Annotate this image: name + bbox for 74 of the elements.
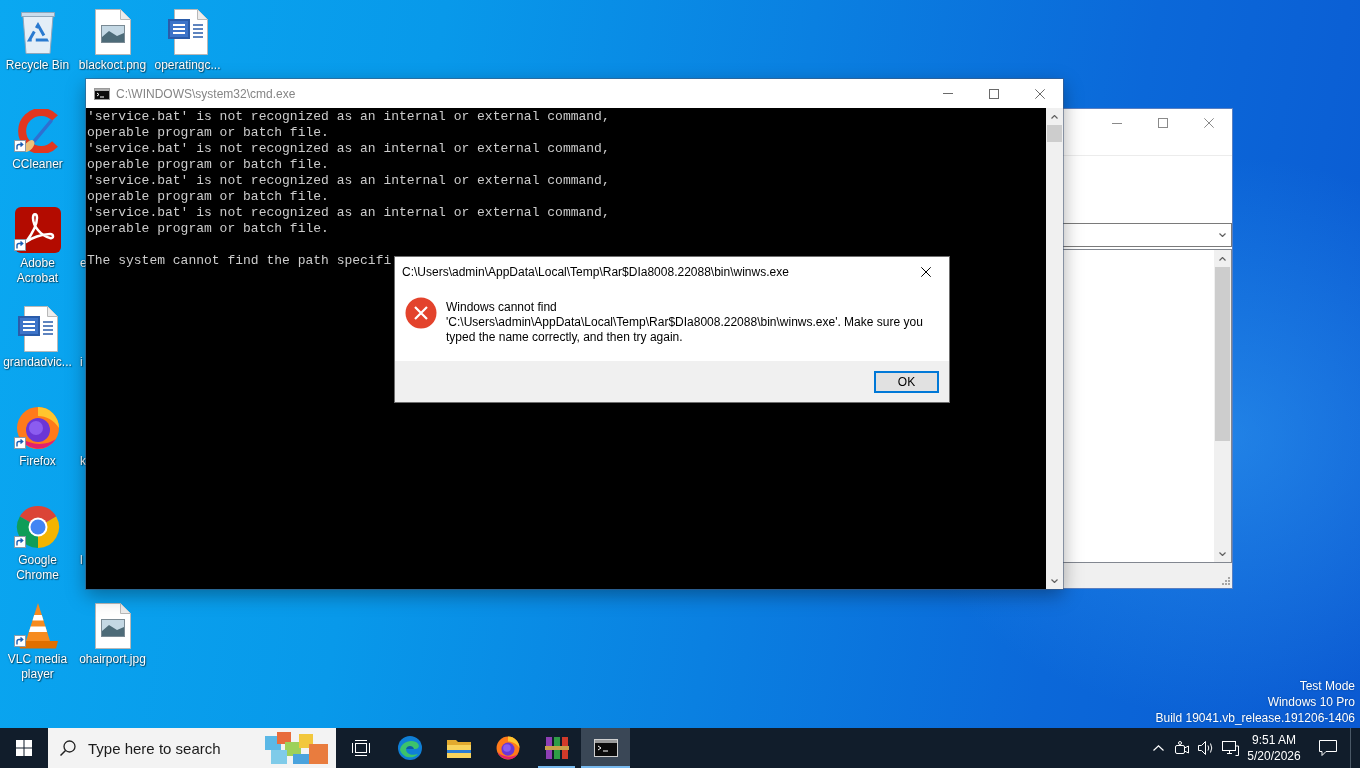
dropdown-field[interactable] bbox=[1062, 223, 1232, 247]
desktop-icon-label[interactable]: e bbox=[80, 256, 87, 271]
firefox-icon bbox=[495, 736, 520, 760]
taskbar-app-button[interactable] bbox=[581, 728, 630, 768]
puzzle-pieces-icon bbox=[265, 732, 328, 764]
clock-button[interactable]: 9:51 AM 5/20/2026 bbox=[1242, 728, 1306, 768]
chevron-down-icon[interactable] bbox=[1051, 578, 1058, 583]
video-camera-icon bbox=[1175, 741, 1189, 755]
desktop-icon-label[interactable]: Google Chrome bbox=[0, 553, 75, 583]
console-output-line: 'service.bat' is not recognized as an internal or external command, bbox=[87, 205, 610, 221]
chevron-up-icon[interactable] bbox=[1051, 114, 1058, 119]
scrollbar[interactable] bbox=[1046, 108, 1063, 589]
close-icon bbox=[921, 266, 931, 277]
document-icon[interactable] bbox=[17, 306, 58, 352]
desktop-icon-label[interactable]: operatingc... bbox=[154, 58, 221, 73]
volume-icon bbox=[1198, 741, 1214, 755]
desktop-icon-label[interactable]: k bbox=[80, 454, 86, 469]
desktop-icon-label[interactable]: i bbox=[80, 355, 83, 370]
console-output-line: operable program or batch file. bbox=[87, 221, 329, 237]
terminal-icon bbox=[593, 739, 618, 757]
close-icon bbox=[1035, 88, 1045, 99]
maximize-icon bbox=[1158, 118, 1168, 128]
firefox-icon[interactable] bbox=[15, 406, 60, 450]
dialog-message: Windows cannot find 'C:\Users\admin\AppData\Local\Temp\Rar$DIa8008.22088\bin\winws.exe'. Make sure you typed the name correctly, and then try again. bbox=[446, 300, 924, 345]
search-icon bbox=[60, 740, 76, 756]
acrobat-icon[interactable] bbox=[14, 207, 61, 253]
desktop-icon-label[interactable]: Recycle Bin bbox=[5, 58, 70, 73]
document-icon[interactable] bbox=[167, 9, 208, 55]
image-file-icon[interactable] bbox=[94, 603, 131, 649]
chevron-up-icon[interactable] bbox=[1219, 256, 1226, 261]
console-output-line: operable program or batch file. bbox=[87, 189, 329, 205]
chevron-down-icon[interactable] bbox=[1219, 233, 1226, 237]
chrome-icon[interactable] bbox=[15, 505, 60, 549]
desktop-icon-label[interactable]: Adobe Acrobat bbox=[0, 256, 75, 286]
console-output-line: operable program or batch file. bbox=[87, 157, 329, 173]
console-output-line: 'service.bat' is not recognized as an internal or external command, bbox=[87, 141, 610, 157]
scrollbar-thumb[interactable] bbox=[1047, 125, 1062, 142]
system-notice-line: Windows 10 Pro bbox=[1267, 694, 1355, 710]
console-output-line: The system cannot find the path specifi bbox=[87, 253, 392, 269]
edge-browser-icon bbox=[397, 736, 422, 760]
folder-icon bbox=[446, 738, 471, 758]
desktop-icon-label[interactable]: ohairport.jpg bbox=[79, 652, 146, 667]
maximize-icon bbox=[989, 88, 999, 99]
close-icon bbox=[1204, 118, 1214, 128]
ok-button[interactable]: OK bbox=[874, 370, 939, 393]
scrollbar[interactable] bbox=[1214, 250, 1231, 562]
windows-logo-icon bbox=[16, 740, 32, 756]
minimize-icon bbox=[943, 93, 953, 94]
desktop-icon-label[interactable]: VLC media player bbox=[0, 652, 75, 682]
desktop-icon-label[interactable]: CCleaner bbox=[12, 157, 63, 172]
chevron-up-icon bbox=[1152, 745, 1164, 751]
desktop-icon-label[interactable]: Firefox bbox=[19, 454, 56, 469]
recycle-bin-icon[interactable] bbox=[20, 10, 55, 54]
console-app-icon bbox=[94, 87, 110, 100]
desktop-icon-label[interactable]: grandadvic... bbox=[3, 355, 72, 370]
system-notice-line: Build 19041.vb_release.191206-1406 bbox=[1155, 710, 1355, 726]
resize-grip-icon[interactable] bbox=[1221, 577, 1230, 586]
minimize-icon bbox=[1112, 122, 1122, 124]
task-view-icon bbox=[351, 740, 370, 756]
window-title: C:\WINDOWS\system32\cmd.exe bbox=[116, 86, 297, 101]
console-output-line: 'service.bat' is not recognized as an internal or external command, bbox=[87, 173, 610, 189]
desktop-icon-label[interactable]: l bbox=[80, 553, 83, 568]
books-archive-icon bbox=[544, 736, 569, 760]
notifications-icon bbox=[1319, 740, 1337, 756]
image-file-icon[interactable] bbox=[94, 9, 131, 55]
scrollbar-thumb[interactable] bbox=[1215, 267, 1230, 441]
error-icon bbox=[405, 297, 437, 329]
console-output-line: operable program or batch file. bbox=[87, 125, 329, 141]
network-monitor-icon bbox=[1221, 740, 1239, 756]
chevron-down-icon[interactable] bbox=[1219, 551, 1226, 556]
console-output-line: 'service.bat' is not recognized as an internal or external command, bbox=[87, 109, 610, 125]
desktop-icon-label[interactable]: blackoct.png bbox=[78, 58, 147, 73]
system-notice-line: Test Mode bbox=[1299, 678, 1355, 694]
dialog-title: C:\Users\admin\AppData\Local\Temp\Rar$DIa8008.22088\bin\winws.exe bbox=[401, 264, 790, 279]
